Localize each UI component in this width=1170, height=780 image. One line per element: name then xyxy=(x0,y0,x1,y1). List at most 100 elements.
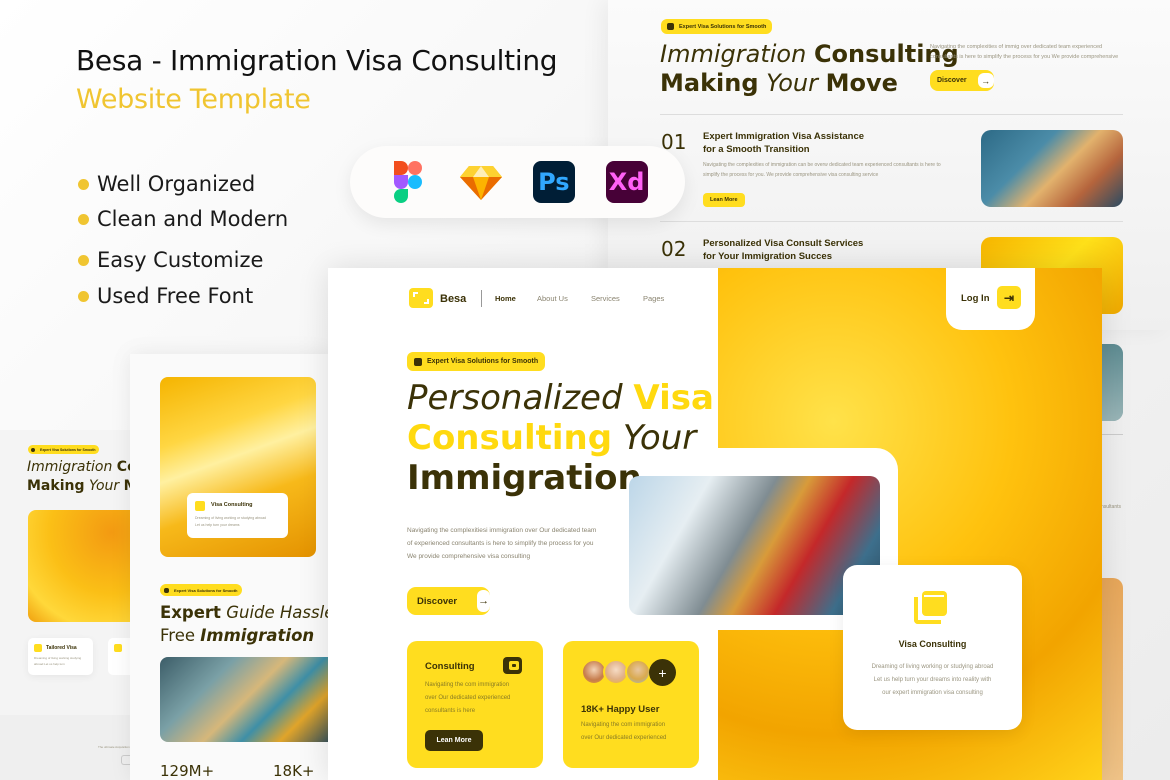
feature-item: Easy Customize xyxy=(78,248,263,272)
feature-item: Clean and Modern xyxy=(78,207,288,231)
heading-part: Personalized xyxy=(407,378,623,418)
promo-subtitle: Website Template xyxy=(76,84,311,115)
nav-about-us[interactable]: About Us xyxy=(537,294,568,303)
nav-home[interactable]: Home xyxy=(495,294,516,303)
heading-part: Immigration xyxy=(407,458,642,498)
item-title-line: Personalized Visa Consult Services xyxy=(703,238,864,249)
login-label[interactable]: Log In xyxy=(961,293,990,304)
stat-value: 18K+ xyxy=(273,762,315,780)
heading-part: Move xyxy=(825,69,898,97)
badge: Expert Visa Solutions for Smooth xyxy=(160,584,242,596)
item-number: 02 xyxy=(661,237,687,261)
badge-icon xyxy=(164,587,169,593)
card-title: Visa Consulting xyxy=(211,502,253,508)
card-line: Let us help turn your dreams into realit… xyxy=(873,677,992,683)
heading-part: Making xyxy=(660,69,759,97)
heading-part: Your xyxy=(766,69,818,97)
stat-value: 129M+ xyxy=(160,762,215,780)
visa-icon xyxy=(195,501,205,511)
divider xyxy=(660,221,1123,222)
heading-part: Expert xyxy=(160,603,221,622)
badge-icon xyxy=(31,447,35,452)
desc-line: We provide comprehensive visa consulting xyxy=(407,553,531,560)
badge: Expert Visa Solutions for Smooth xyxy=(661,19,773,34)
wallet-dot xyxy=(512,664,516,667)
bullet-icon xyxy=(78,213,89,225)
item-title-line: for Your Immigration Succes xyxy=(703,251,832,262)
discover-button[interactable]: Discover → xyxy=(930,70,994,91)
logo-corner xyxy=(413,292,418,297)
learn-more-button[interactable]: Lean More xyxy=(703,193,745,207)
bullet-icon xyxy=(78,178,89,190)
card-line: over Our dedicated experienced xyxy=(425,695,511,701)
doc-back xyxy=(914,597,941,624)
figma-icon xyxy=(387,161,429,203)
nav-pages[interactable]: Pages xyxy=(643,294,664,303)
heading-part: Immigration xyxy=(27,459,113,475)
feature-card xyxy=(108,638,132,675)
user-avatar xyxy=(625,659,651,685)
logo-text[interactable]: Besa xyxy=(440,293,466,305)
card-title: Visa Consulting xyxy=(898,639,967,649)
item-title-line: for a Smooth Transition xyxy=(703,144,810,155)
card-line: Navigating the com immigration xyxy=(425,682,510,688)
badge-label: Expert Visa Solutions for Smooth xyxy=(679,23,767,30)
heading-part: Immigration xyxy=(660,40,807,68)
login-button[interactable]: ⇥ xyxy=(997,286,1021,309)
card-text: Dreaming of living working or studying a… xyxy=(843,661,1022,700)
abstract-orange-image xyxy=(28,510,132,622)
learn-more-button[interactable]: Lean More xyxy=(425,730,483,751)
card-text: Navigating the com immigration over Our … xyxy=(581,719,666,745)
logo-icon[interactable] xyxy=(409,288,433,308)
arrow-right-icon: → xyxy=(477,590,490,612)
card-icon xyxy=(34,644,42,652)
promo-title: Besa - Immigration Visa Consulting xyxy=(76,44,558,77)
preview-screen-main: Besa Home About Us Services Pages Log In… xyxy=(328,268,1102,780)
feature-label: Clean and Modern xyxy=(97,207,289,231)
preview-screen-left: Expert Visa Solutions for Smooth Immigra… xyxy=(0,430,138,780)
card-line: Dreaming of living working studying xyxy=(34,656,82,660)
card-line: Dreaming of living working or studying a… xyxy=(195,516,267,520)
card-text: Dreaming of living working studying abroa… xyxy=(34,655,81,667)
badge-label: Expert Visa Solutions for Smooth xyxy=(174,587,238,593)
arrow-right-icon: → xyxy=(977,73,994,88)
badge-label: Expert Visa Solutions for Smooth xyxy=(427,358,539,365)
card-title: 18K+ Happy User xyxy=(581,704,660,715)
desc-line: Navigating the complexitiesi immigration… xyxy=(407,527,597,534)
card-icon xyxy=(114,644,122,652)
plus-icon: + xyxy=(658,664,667,681)
card-line: our expert immigration visa consulting xyxy=(882,690,983,696)
card-text: Navigating the com immigration over Our … xyxy=(425,679,510,718)
card-line: Dreaming of living working or studying a… xyxy=(871,664,994,670)
heading-part: Immigration xyxy=(200,626,315,645)
footer: The ultimate Acquisition xyxy=(0,715,132,780)
consulting-card: Consulting Navigating the com immigratio… xyxy=(407,641,543,768)
discover-label: Discover xyxy=(417,595,458,607)
design-tools-pill: Ps Xd xyxy=(350,146,685,218)
card-text: Dreaming of living working or studying a… xyxy=(195,515,266,529)
sketch-icon xyxy=(460,161,503,203)
heading-part: Consulting xyxy=(407,418,613,458)
heading-part: Guide Hassle xyxy=(226,603,335,622)
section-heading: Immigration Co Making Your M xyxy=(27,458,138,496)
card-line: abroad Let us help turn xyxy=(34,662,65,666)
card-title: Consulting xyxy=(425,661,475,672)
desc-line: of experienced consultants is here to si… xyxy=(407,540,594,547)
traveler-photo xyxy=(160,657,330,742)
login-container xyxy=(946,268,1035,330)
item-title: Personalized Visa Consult Services for Yo… xyxy=(703,237,863,263)
logo-corner xyxy=(424,299,429,304)
side-text: nsultants xyxy=(1101,504,1122,510)
card-line: Let us help turn your dreams xyxy=(195,523,240,527)
discover-button[interactable]: Discover → xyxy=(407,587,490,615)
add-user-button[interactable]: + xyxy=(649,659,676,686)
divider xyxy=(660,114,1123,115)
card-line: consultants is here xyxy=(425,708,476,714)
nav-services[interactable]: Services xyxy=(591,294,620,303)
photoshop-icon: Ps xyxy=(532,161,575,203)
wallet-icon xyxy=(503,657,522,674)
feature-item: Used Free Font xyxy=(78,284,253,308)
badge-icon xyxy=(414,357,422,366)
preview-screen-middle-left: Visa Consulting Dreaming of living worki… xyxy=(130,354,334,780)
heading-part: Visa xyxy=(633,378,714,418)
